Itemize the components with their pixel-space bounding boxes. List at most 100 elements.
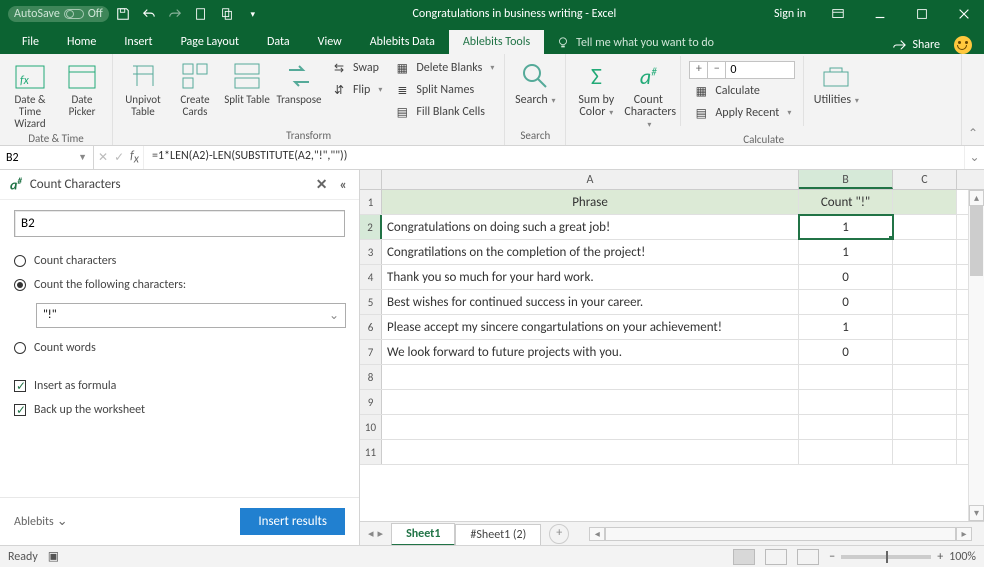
maximize-icon[interactable] [902, 2, 942, 26]
cell[interactable] [893, 340, 957, 364]
option-count-following[interactable]: Count the following characters: [14, 273, 345, 297]
flip-button[interactable]: ⇵Flip▾ [327, 80, 386, 100]
expand-formula-icon[interactable]: ⌄ [964, 146, 984, 169]
cell[interactable]: Best wishes for continued success in you… [382, 290, 799, 314]
cell[interactable]: Thank you so much for your hard work. [382, 265, 799, 289]
cell[interactable] [893, 440, 957, 464]
name-box[interactable]: B2▼ [0, 146, 94, 169]
add-sheet-icon[interactable]: + [549, 524, 569, 544]
cell[interactable]: Congratilations on the completion of the… [382, 240, 799, 264]
copy-icon[interactable] [215, 2, 239, 26]
minimize-icon[interactable] [860, 2, 900, 26]
fill-blank-button[interactable]: ▤Fill Blank Cells [390, 102, 498, 122]
cell[interactable]: Congratulations on doing such a great jo… [382, 215, 799, 239]
cancel-formula-icon[interactable]: ✕ [98, 150, 108, 165]
header-cell-count[interactable]: Count "!" [799, 190, 893, 214]
checkbox-insert-formula[interactable]: Insert as formula [14, 374, 345, 398]
create-cards-button[interactable]: Create Cards [171, 56, 219, 118]
cell[interactable] [382, 365, 799, 389]
sheet-nav-first-icon[interactable]: ◂ [368, 527, 374, 540]
pane-collapse-icon[interactable]: « [337, 176, 349, 193]
row-header[interactable]: 8 [360, 365, 382, 389]
row-header[interactable]: 3 [360, 240, 382, 264]
transpose-button[interactable]: Transpose [275, 56, 323, 106]
cell[interactable] [799, 440, 893, 464]
unpivot-button[interactable]: Unpivot Table [119, 56, 167, 118]
pane-close-icon[interactable]: ✕ [314, 176, 330, 193]
vertical-scrollbar[interactable]: ▴▾ [968, 190, 984, 521]
save-icon[interactable] [111, 2, 135, 26]
undo-icon[interactable] [137, 2, 161, 26]
cell[interactable]: 0 [799, 290, 893, 314]
utilities-button[interactable]: Utilities ▾ [812, 56, 860, 107]
row-header[interactable]: 10 [360, 415, 382, 439]
row-header[interactable]: 1 [360, 190, 382, 214]
swap-button[interactable]: ⇆Swap [327, 58, 386, 78]
sheet-tab[interactable]: #Sheet1 (2) [455, 524, 541, 545]
cell[interactable] [893, 190, 957, 214]
sum-by-color-button[interactable]: ΣSum by Color ▾ [572, 56, 620, 119]
qat-customize-icon[interactable]: ▾ [241, 2, 265, 26]
option-count-characters[interactable]: Count characters [14, 249, 345, 273]
cell[interactable]: Please accept my sincere congartulations… [382, 315, 799, 339]
view-page-layout-icon[interactable] [765, 549, 787, 565]
close-icon[interactable] [944, 2, 984, 26]
fx-icon[interactable]: fx [130, 149, 139, 166]
record-macro-icon[interactable]: ▣ [48, 549, 59, 564]
view-normal-icon[interactable] [733, 549, 755, 565]
new-file-icon[interactable] [189, 2, 213, 26]
zoom-slider[interactable] [841, 555, 931, 559]
cell[interactable] [799, 415, 893, 439]
calculate-button[interactable]: ▦Calculate [689, 81, 795, 101]
tab-data[interactable]: Data [253, 30, 304, 54]
search-button[interactable]: Search ▾ [511, 56, 559, 107]
col-header-c[interactable]: C [893, 170, 957, 189]
delete-blanks-button[interactable]: ▦Delete Blanks▾ [390, 58, 498, 78]
cell[interactable] [893, 365, 957, 389]
date-time-wizard-button[interactable]: fx Date & Time Wizard [6, 56, 54, 130]
row-header[interactable]: 2 [360, 215, 382, 239]
signin-button[interactable]: Sign in [764, 7, 816, 21]
insert-results-button[interactable]: Insert results [240, 508, 345, 535]
view-page-break-icon[interactable] [797, 549, 819, 565]
formula-input[interactable]: =1*LEN(A2)-LEN(SUBSTITUTE(A2,"!","")) [144, 146, 964, 169]
cell[interactable] [893, 390, 957, 414]
cell[interactable] [893, 265, 957, 289]
split-table-button[interactable]: Split Table [223, 56, 271, 106]
zoom-in-icon[interactable]: + [937, 550, 943, 564]
cell[interactable] [893, 315, 957, 339]
range-input[interactable] [14, 210, 345, 237]
tab-ablebits-tools[interactable]: Ablebits Tools [449, 30, 544, 54]
row-header[interactable]: 9 [360, 390, 382, 414]
row-header[interactable]: 6 [360, 315, 382, 339]
row-header[interactable]: 5 [360, 290, 382, 314]
select-all-corner[interactable] [360, 170, 382, 189]
cell[interactable]: 0 [799, 340, 893, 364]
cell[interactable]: 1 [799, 240, 893, 264]
zoom-out-icon[interactable]: − [829, 550, 835, 564]
cell[interactable]: We look forward to future projects with … [382, 340, 799, 364]
cell[interactable] [382, 415, 799, 439]
character-select[interactable]: "!"⌄ [36, 303, 346, 328]
checkbox-backup[interactable]: Back up the worksheet [14, 398, 345, 422]
tab-insert[interactable]: Insert [110, 30, 166, 54]
apply-recent-button[interactable]: ▤Apply Recent▾ [689, 103, 795, 123]
col-header-a[interactable]: A [382, 170, 799, 189]
redo-icon[interactable] [163, 2, 187, 26]
feedback-smiley-icon[interactable] [954, 36, 972, 54]
tab-ablebits-data[interactable]: Ablebits Data [356, 30, 449, 54]
tab-home[interactable]: Home [53, 30, 110, 54]
zoom-level[interactable]: 100% [949, 550, 976, 564]
tell-me-search[interactable]: Tell me what you want to do [544, 32, 726, 54]
row-header[interactable]: 11 [360, 440, 382, 464]
tab-view[interactable]: View [304, 30, 356, 54]
split-names-button[interactable]: ≣Split Names [390, 80, 498, 100]
ribbon-display-icon[interactable] [818, 2, 858, 26]
cell[interactable] [893, 215, 957, 239]
cell[interactable]: 0 [799, 265, 893, 289]
cell[interactable] [893, 290, 957, 314]
cell[interactable] [382, 440, 799, 464]
sheet-nav-last-icon[interactable]: ▸ [378, 527, 384, 540]
col-header-b[interactable]: B [799, 170, 893, 189]
brand-link[interactable]: Ablebits ⌄ [14, 514, 68, 529]
